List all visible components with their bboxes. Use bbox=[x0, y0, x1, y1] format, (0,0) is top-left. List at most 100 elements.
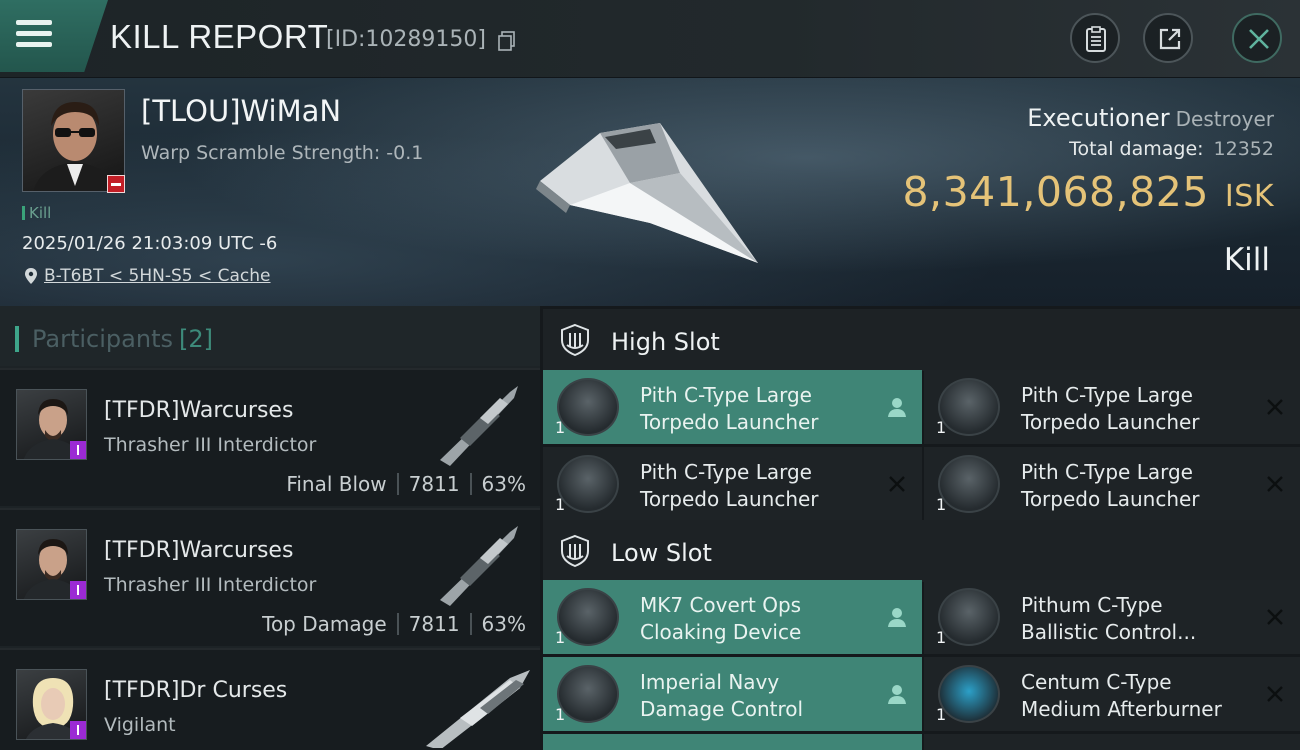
high-slot-title: High Slot bbox=[611, 328, 720, 356]
report-id: [ID:10289150] bbox=[326, 27, 486, 52]
module-item[interactable]: 1 MK7 Covert Ops Cloaking Device bbox=[543, 580, 922, 654]
participants-title: Participants [2] bbox=[32, 325, 213, 353]
security-status-badge bbox=[107, 175, 125, 193]
participant-row[interactable]: [TFDR]Dr Curses Vigilant bbox=[0, 648, 540, 750]
module-item[interactable]: 1 Imperial Navy Damage Control bbox=[543, 657, 922, 731]
pilot-badge bbox=[70, 721, 86, 739]
pin-icon bbox=[25, 268, 37, 284]
person-icon bbox=[888, 608, 906, 627]
participant-stats: Final Blow 7811 63% bbox=[286, 472, 526, 496]
module-item[interactable]: 1 Pith C-Type Large Torpedo Launcher bbox=[924, 370, 1300, 444]
low-slot-header: Low Slot bbox=[543, 520, 1300, 582]
hamburger-icon bbox=[16, 20, 52, 48]
participant-ship-image bbox=[426, 670, 530, 748]
participant-row[interactable]: [TFDR]Warcurses Thrasher III Interdictor… bbox=[0, 508, 540, 646]
participant-damage: 7811 bbox=[408, 612, 460, 636]
x-icon bbox=[1267, 686, 1283, 702]
warp-scramble-strength: Warp Scramble Strength: -0.1 bbox=[141, 142, 424, 164]
shield-icon bbox=[561, 323, 589, 357]
pilot-badge bbox=[70, 581, 86, 599]
participant-ship: Thrasher III Interdictor bbox=[104, 574, 317, 596]
participant-ship-image bbox=[440, 386, 518, 466]
module-icon bbox=[938, 378, 1000, 436]
participant-role: Top Damage bbox=[262, 612, 387, 636]
ship-class: Destroyer bbox=[1175, 107, 1274, 131]
kill-tag: Kill bbox=[22, 204, 51, 222]
participant-stats: Top Damage 7811 63% bbox=[262, 612, 526, 636]
participants-panel: Participants [2] [TFDR]Warcurses Thrasher… bbox=[0, 306, 540, 750]
low-slot-title: Low Slot bbox=[611, 539, 712, 567]
module-icon bbox=[938, 665, 1000, 723]
avatar[interactable] bbox=[16, 669, 87, 740]
participant-name[interactable]: [TFDR]Warcurses bbox=[104, 398, 293, 423]
ship-name[interactable]: Executioner bbox=[1027, 104, 1169, 132]
module-icon bbox=[557, 665, 619, 723]
participant-percent: 63% bbox=[481, 612, 526, 636]
module-icon bbox=[938, 588, 1000, 646]
participant-row[interactable]: [TFDR]Warcurses Thrasher III Interdictor… bbox=[0, 368, 540, 506]
avatar[interactable] bbox=[16, 529, 87, 600]
kill-location-link[interactable]: B-T6BT < 5HN-S5 < Cache bbox=[44, 266, 271, 286]
module-item[interactable]: 1 Pith C-Type Large Torpedo Launcher bbox=[924, 447, 1300, 521]
x-icon bbox=[1267, 476, 1283, 492]
total-damage-label: Total damage: bbox=[1069, 138, 1204, 160]
module-quantity: 1 bbox=[555, 628, 566, 647]
participants-count: [2] bbox=[178, 325, 213, 353]
clipboard-icon bbox=[1086, 26, 1106, 52]
module-name: Pith C-Type Large Torpedo Launcher bbox=[1021, 383, 1200, 434]
participant-ship-image bbox=[440, 526, 518, 606]
kill-datetime: 2025/01/26 21:03:09 UTC -6 bbox=[22, 233, 278, 254]
share-button[interactable] bbox=[1143, 13, 1193, 63]
victim-ship-image bbox=[536, 123, 758, 263]
participant-percent: 63% bbox=[481, 472, 526, 496]
participants-header: Participants [2] bbox=[0, 306, 540, 366]
menu-button[interactable] bbox=[0, 0, 108, 72]
total-damage: Total damage: 12352 bbox=[1069, 138, 1274, 160]
shield-icon bbox=[561, 534, 589, 568]
participant-name[interactable]: [TFDR]Dr Curses bbox=[104, 678, 287, 703]
top-bar: KILL REPORT [ID:10289150] bbox=[0, 0, 1300, 78]
module-name: Pithum C-Type Ballistic Control... bbox=[1021, 593, 1197, 644]
participant-damage: 7811 bbox=[408, 472, 460, 496]
high-slot-header: High Slot bbox=[543, 309, 1300, 371]
module-item[interactable]: 1 Pithum C-Type Ballistic Control... bbox=[924, 580, 1300, 654]
copy-icon[interactable] bbox=[498, 31, 516, 51]
module-item[interactable]: 1 Pith C-Type Large Torpedo Launcher bbox=[543, 370, 922, 444]
close-button[interactable] bbox=[1232, 13, 1282, 63]
module-icon bbox=[557, 588, 619, 646]
module-icon bbox=[557, 455, 619, 513]
victim-name[interactable]: [TLOU]WiMaN bbox=[141, 94, 341, 128]
close-icon bbox=[1249, 29, 1269, 49]
module-item[interactable]: 1 Centum C-Type Medium Afterburner bbox=[924, 657, 1300, 731]
avatar[interactable] bbox=[16, 389, 87, 460]
isk-amount: 8,341,068,825 bbox=[902, 168, 1209, 216]
total-damage-value: 12352 bbox=[1213, 138, 1274, 160]
x-icon bbox=[1267, 609, 1283, 625]
module-quantity: 1 bbox=[555, 418, 566, 437]
module-name: MK7 Covert Ops Cloaking Device bbox=[640, 593, 802, 644]
module-icon bbox=[938, 455, 1000, 513]
module-item[interactable] bbox=[924, 734, 1300, 750]
module-item[interactable] bbox=[543, 734, 922, 750]
module-name: Centum C-Type Medium Afterburner bbox=[1021, 670, 1222, 721]
module-name: Imperial Navy Damage Control bbox=[640, 670, 804, 721]
module-icon bbox=[557, 378, 619, 436]
result-label: Kill bbox=[1223, 242, 1270, 278]
module-quantity: 1 bbox=[936, 495, 947, 514]
fitting-panel: High Slot 1 Pith C-Type Large Torpedo Lau… bbox=[540, 306, 1300, 750]
pilot-badge bbox=[70, 441, 86, 459]
person-icon bbox=[888, 685, 906, 704]
module-name: Pith C-Type Large Torpedo Launcher bbox=[640, 383, 819, 434]
participant-ship: Thrasher III Interdictor bbox=[104, 434, 317, 456]
module-name: Pith C-Type Large Torpedo Launcher bbox=[640, 460, 819, 511]
participant-name[interactable]: [TFDR]Warcurses bbox=[104, 538, 293, 563]
clipboard-button[interactable] bbox=[1070, 13, 1120, 63]
x-icon bbox=[1267, 399, 1283, 415]
participant-ship: Vigilant bbox=[104, 714, 176, 736]
participant-role: Final Blow bbox=[286, 472, 387, 496]
module-quantity: 1 bbox=[936, 628, 947, 647]
module-item[interactable]: 1 Pith C-Type Large Torpedo Launcher bbox=[543, 447, 922, 521]
isk-value: 8,341,068,825 ISK bbox=[902, 168, 1274, 216]
victim-banner: [TLOU]WiMaN Warp Scramble Strength: -0.1… bbox=[0, 78, 1300, 306]
module-name: Pith C-Type Large Torpedo Launcher bbox=[1021, 460, 1200, 511]
